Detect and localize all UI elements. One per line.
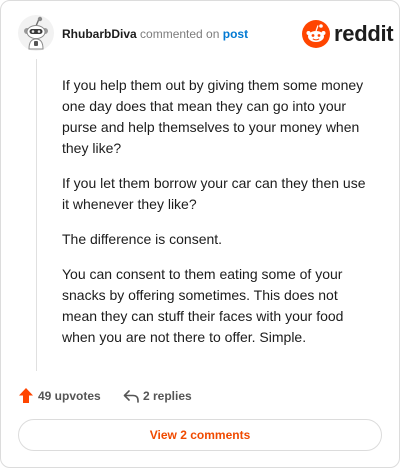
comment-footer: 49 upvotes 2 replies — [19, 386, 379, 406]
comment-paragraph: If you let them borrow your car can they… — [62, 175, 366, 212]
comment-action-text: commented on — [140, 27, 220, 41]
upvote-arrow-icon — [19, 388, 33, 403]
thread-line — [36, 59, 37, 371]
author-name[interactable]: RhubarbDiva — [62, 27, 137, 41]
comment-paragraph: If you help them out by giving them some… — [62, 77, 364, 156]
view-comments-button[interactable]: View 2 comments — [18, 419, 382, 451]
reddit-logo-icon — [302, 20, 330, 48]
comment-paragraph: The difference is consent. — [62, 231, 223, 247]
comment-card: RhubarbDiva commented on post reddit If … — [0, 0, 400, 468]
comment-body: If you help them out by giving them some… — [62, 75, 372, 362]
upvote-count: 49 upvotes — [38, 389, 101, 403]
post-link[interactable]: post — [223, 27, 248, 41]
reddit-brand[interactable]: reddit — [302, 20, 394, 48]
reply-arrow-icon — [123, 390, 139, 403]
reddit-wordmark: reddit — [334, 21, 394, 46]
replies-count: 2 replies — [143, 389, 192, 403]
snoo-avatar-icon[interactable] — [18, 15, 54, 51]
comment-paragraph: You can consent to them eating some of y… — [62, 266, 344, 345]
comment-meta: RhubarbDiva commented on post — [62, 27, 248, 41]
comment-header: RhubarbDiva commented on post reddit — [18, 15, 394, 53]
